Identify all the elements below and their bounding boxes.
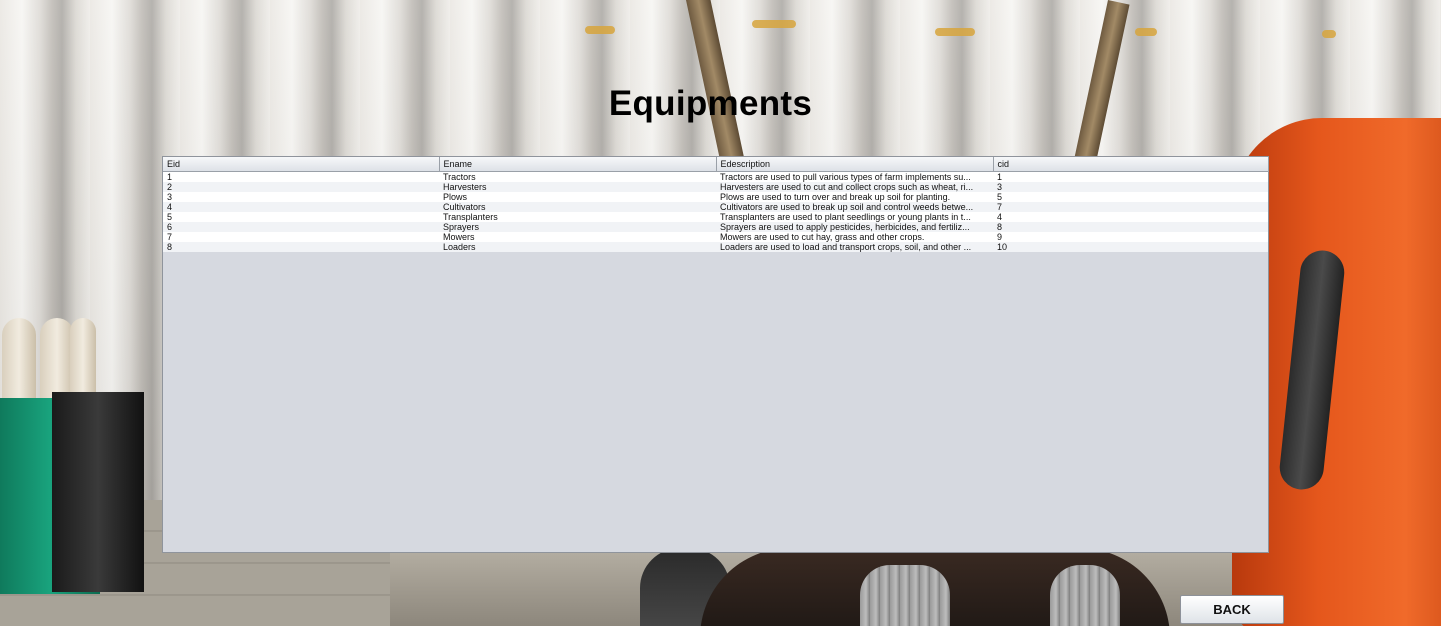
cell-ename: Plows: [439, 192, 716, 202]
cell-eid: 4: [163, 202, 439, 212]
cell-cid: 1: [993, 171, 1268, 182]
cell-cid: 3: [993, 182, 1268, 192]
equipment-table-panel[interactable]: Eid Ename Edescription cid 1 Tractors Tr…: [162, 156, 1269, 553]
table-row[interactable]: 1 Tractors Tractors are used to pull var…: [163, 171, 1268, 182]
cell-edescription: Mowers are used to cut hay, grass and ot…: [716, 232, 993, 242]
cell-eid: 2: [163, 182, 439, 192]
table-row[interactable]: 2 Harvesters Harvesters are used to cut …: [163, 182, 1268, 192]
column-header-ename[interactable]: Ename: [439, 157, 717, 172]
cell-eid: 1: [163, 171, 439, 182]
rust-stain: [1322, 30, 1336, 38]
cell-edescription: Cultivators are used to break up soil an…: [716, 202, 993, 212]
cell-ename: Cultivators: [439, 202, 716, 212]
rust-stain: [752, 20, 796, 28]
rust-stain: [585, 26, 615, 34]
cell-edescription: Sprayers are used to apply pesticides, h…: [716, 222, 993, 232]
cell-eid: 7: [163, 232, 439, 242]
cell-cid: 4: [993, 212, 1268, 222]
cell-edescription: Plows are used to turn over and break up…: [716, 192, 993, 202]
table-row[interactable]: 5 Transplanters Transplanters are used t…: [163, 212, 1268, 222]
tire: [860, 565, 950, 626]
table-row[interactable]: 3 Plows Plows are used to turn over and …: [163, 192, 1268, 202]
cell-ename: Loaders: [439, 242, 716, 252]
rust-stain: [1135, 28, 1157, 36]
table-row[interactable]: 8 Loaders Loaders are used to load and t…: [163, 242, 1268, 252]
cell-ename: Mowers: [439, 232, 716, 242]
table-row[interactable]: 4 Cultivators Cultivators are used to br…: [163, 202, 1268, 212]
cell-edescription: Tractors are used to pull various types …: [716, 171, 993, 182]
cell-ename: Harvesters: [439, 182, 716, 192]
cell-eid: 6: [163, 222, 439, 232]
cell-ename: Tractors: [439, 171, 716, 182]
cell-cid: 7: [993, 202, 1268, 212]
black-container: [52, 392, 144, 592]
column-header-cid[interactable]: cid: [993, 157, 1269, 172]
cell-ename: Transplanters: [439, 212, 716, 222]
cell-edescription: Loaders are used to load and transport c…: [716, 242, 993, 252]
table-row[interactable]: 6 Sprayers Sprayers are used to apply pe…: [163, 222, 1268, 232]
equipment-table[interactable]: Eid Ename Edescription cid 1 Tractors Tr…: [163, 157, 1269, 252]
cell-eid: 3: [163, 192, 439, 202]
page-title: Equipments: [608, 84, 813, 123]
back-button[interactable]: BACK: [1180, 595, 1284, 624]
cell-edescription: Transplanters are used to plant seedling…: [716, 212, 993, 222]
cell-cid: 8: [993, 222, 1268, 232]
table-row[interactable]: 7 Mowers Mowers are used to cut hay, gra…: [163, 232, 1268, 242]
column-header-edescription[interactable]: Edescription: [716, 157, 994, 172]
cell-eid: 5: [163, 212, 439, 222]
cell-edescription: Harvesters are used to cut and collect c…: [716, 182, 993, 192]
cell-cid: 9: [993, 232, 1268, 242]
cell-ename: Sprayers: [439, 222, 716, 232]
rust-stain: [935, 28, 975, 36]
cell-cid: 5: [993, 192, 1268, 202]
pipe: [2, 318, 36, 408]
tire: [1050, 565, 1120, 626]
cell-eid: 8: [163, 242, 439, 252]
column-header-eid[interactable]: Eid: [163, 157, 440, 172]
cell-cid: 10: [993, 242, 1268, 252]
table-header-row: Eid Ename Edescription cid: [163, 157, 1269, 172]
